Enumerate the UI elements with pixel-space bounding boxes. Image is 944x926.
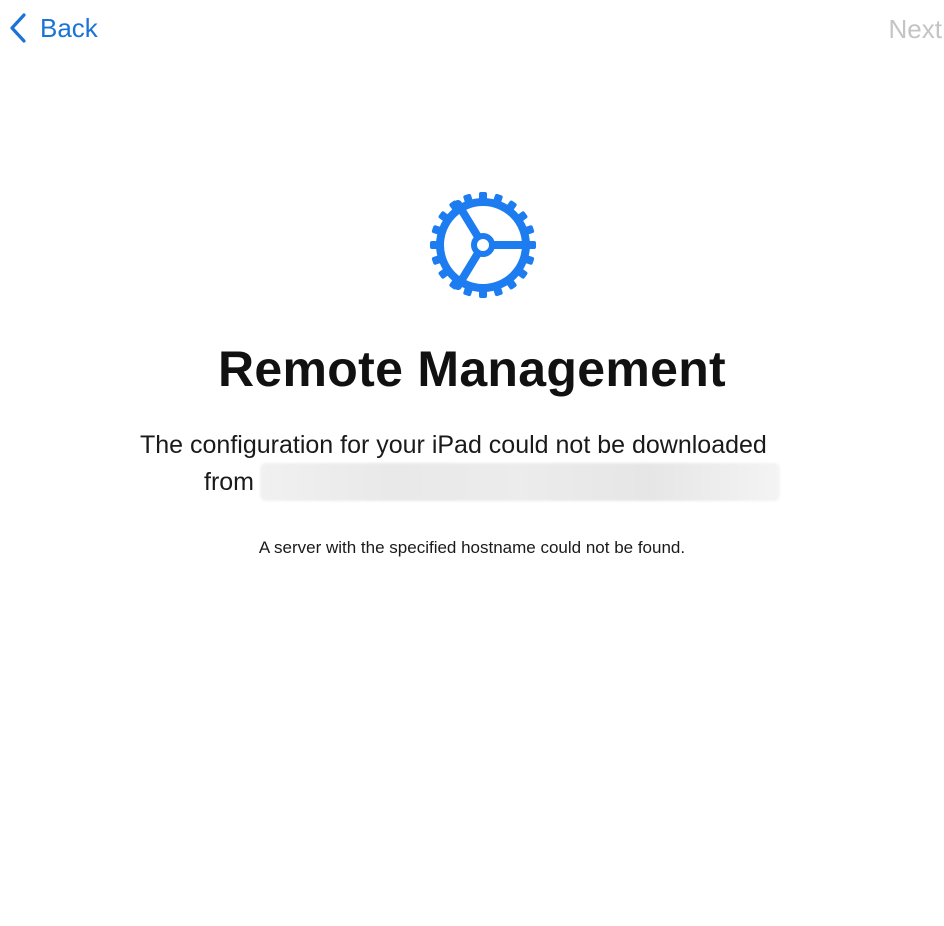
error-message: The configuration for your iPad could no… <box>140 428 840 501</box>
redacted-hostname <box>260 463 780 501</box>
page-title: Remote Management <box>218 341 726 397</box>
error-detail: A server with the specified hostname cou… <box>258 538 686 557</box>
gear-icon <box>430 192 536 298</box>
remote-management-screen: Back Next Remote Management The configur… <box>0 0 944 926</box>
chevron-left-icon <box>10 13 26 43</box>
navigation-bar: Back Next <box>0 0 944 62</box>
message-line-1: The configuration for your iPad could no… <box>140 431 767 459</box>
back-button-label: Back <box>40 12 98 43</box>
message-line-2: from <box>140 463 840 501</box>
back-button[interactable]: Back <box>8 12 98 44</box>
message-from-label: from <box>204 467 254 496</box>
next-button[interactable]: Next <box>889 14 942 45</box>
